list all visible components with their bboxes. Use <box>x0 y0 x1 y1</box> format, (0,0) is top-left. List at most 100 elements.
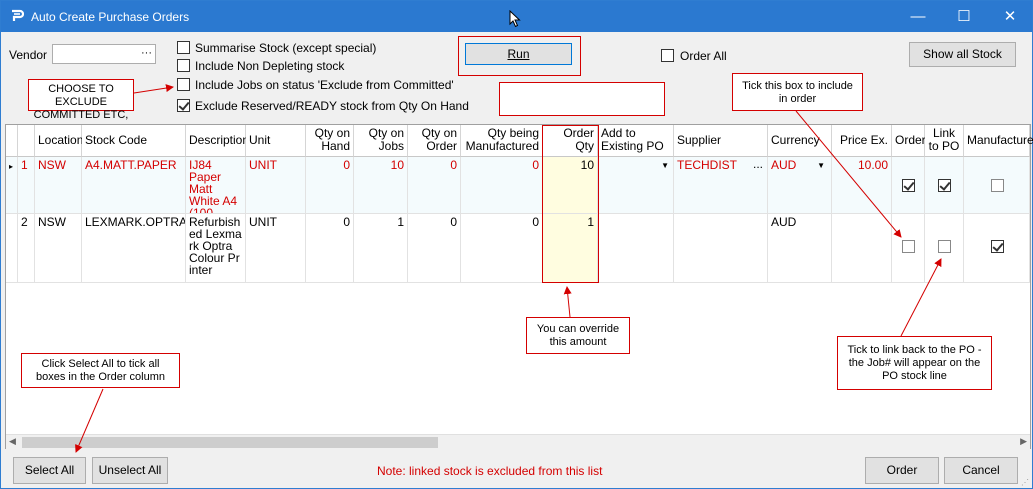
callout-link-po: Tick to link back to the PO - the Job# w… <box>837 336 992 390</box>
scrollbar-thumb[interactable] <box>22 437 438 448</box>
cell-supplier[interactable]: TECHDIST ... <box>674 157 768 214</box>
cell-price[interactable] <box>832 214 892 283</box>
include-jobs-excluded-checkbox[interactable] <box>177 78 190 91</box>
vendor-lookup-button[interactable]: ··· <box>141 47 152 59</box>
manufacture-checkbox[interactable] <box>991 240 1004 253</box>
row-indicator <box>6 214 18 283</box>
callout-select-all: Click Select All to tick all boxes in th… <box>21 353 180 388</box>
include-non-depleting-label: Include Non Depleting stock <box>195 59 345 73</box>
cell-qty-order[interactable]: 0 <box>408 157 461 214</box>
table-row[interactable]: 2 NSW LEXMARK.OPTRA.R Refurbished Lexmar… <box>6 214 1030 283</box>
cell-qty-jobs[interactable]: 1 <box>354 214 408 283</box>
summarise-stock-checkbox[interactable] <box>177 41 190 54</box>
currency-value: AUD <box>771 158 797 172</box>
grid-header-location[interactable]: Location <box>35 125 83 157</box>
window-title: Auto Create Purchase Orders <box>31 10 190 24</box>
select-all-button[interactable]: Select All <box>13 457 86 484</box>
cell-currency[interactable]: AUD ▼ <box>768 157 832 214</box>
grid-header-description[interactable]: Description <box>186 125 249 157</box>
cell-order <box>892 157 925 214</box>
scroll-left-icon[interactable]: ◀ <box>9 436 16 447</box>
cell-qty-hand[interactable]: 0 <box>306 214 354 283</box>
cell-description[interactable]: Refurbished Lexmark Optra Colour Printer <box>186 214 246 283</box>
annotation-empty-box <box>499 82 665 116</box>
cell-link-po <box>925 157 964 214</box>
run-button[interactable]: Run <box>465 43 572 65</box>
title-bar: Auto Create Purchase Orders — ☐ ✕ <box>1 1 1032 32</box>
horizontal-scrollbar[interactable]: ◀ ▶ <box>6 434 1030 449</box>
grid-header-link-po[interactable]: Link to PO <box>925 125 964 157</box>
cell-location[interactable]: NSW <box>35 157 82 214</box>
grid-header-indicator <box>6 125 18 157</box>
cell-qty-hand[interactable]: 0 <box>306 157 354 214</box>
supplier-lookup-button[interactable]: ... <box>753 158 763 170</box>
arrow-exclude <box>133 84 174 94</box>
cell-qty-order[interactable]: 0 <box>408 214 461 283</box>
link-po-checkbox[interactable] <box>938 240 951 253</box>
cell-link-po <box>925 214 964 283</box>
grid-header-price[interactable]: Price Ex. <box>832 125 892 157</box>
order-all-checkbox[interactable] <box>661 49 674 62</box>
cell-stock-code[interactable]: A4.MATT.PAPER <box>82 157 186 214</box>
grid-header-currency[interactable]: Currency <box>768 125 832 157</box>
dropdown-arrow-icon[interactable]: ▼ <box>817 160 825 172</box>
cell-manufacture <box>964 157 1030 214</box>
cell-order <box>892 214 925 283</box>
cell-unit[interactable]: UNIT <box>246 214 306 283</box>
mouse-cursor-icon <box>509 10 521 28</box>
cancel-button[interactable]: Cancel <box>944 457 1018 484</box>
order-button[interactable]: Order <box>865 457 939 484</box>
row-number: 2 <box>18 214 35 283</box>
row-pointer-icon: ▸ <box>6 157 18 214</box>
cell-qty-jobs[interactable]: 10 <box>354 157 408 214</box>
cell-manufacture <box>964 214 1030 283</box>
cell-qty-manufactured[interactable]: 0 <box>461 214 543 283</box>
grid-header-qty-manufactured[interactable]: Qty being Manufactured <box>461 125 543 157</box>
order-qty-highlight <box>542 125 599 283</box>
dropdown-arrow-icon[interactable]: ▼ <box>661 160 669 172</box>
supplier-value: TECHDIST <box>677 158 737 172</box>
cell-stock-code[interactable]: LEXMARK.OPTRA.R <box>82 214 186 283</box>
vendor-label: Vendor <box>9 48 48 62</box>
cell-price[interactable]: 10.00 <box>832 157 892 214</box>
include-non-depleting-checkbox[interactable] <box>177 59 190 72</box>
grid-header-num <box>18 125 35 157</box>
vendor-field[interactable]: ··· <box>52 44 156 64</box>
unselect-all-button[interactable]: Unselect All <box>92 457 168 484</box>
cell-add-existing-po[interactable] <box>598 214 674 283</box>
grid-header-qty-order[interactable]: Qty on Order <box>408 125 461 157</box>
scroll-right-icon[interactable]: ▶ <box>1020 436 1027 447</box>
grid-header-order[interactable]: Order <box>892 125 926 157</box>
auto-create-po-window: Auto Create Purchase Orders — ☐ ✕ Vendor… <box>0 0 1033 489</box>
exclude-reserved-checkbox[interactable] <box>177 99 190 112</box>
grid-header-add-existing-po[interactable]: Add to Existing PO <box>598 125 674 157</box>
grid-header-stock-code[interactable]: Stock Code <box>82 125 186 157</box>
manufacture-checkbox[interactable] <box>991 179 1004 192</box>
close-button[interactable]: ✕ <box>987 1 1033 32</box>
minimize-button[interactable]: — <box>895 1 941 32</box>
cell-unit[interactable]: UNIT <box>246 157 306 214</box>
app-icon <box>12 9 24 21</box>
callout-override-amount: You can override this amount <box>526 317 630 354</box>
cell-qty-manufactured[interactable]: 0 <box>461 157 543 214</box>
order-checkbox[interactable] <box>902 240 915 253</box>
include-jobs-excluded-label: Include Jobs on status 'Exclude from Com… <box>195 78 454 92</box>
cell-currency[interactable]: AUD <box>768 214 832 283</box>
order-checkbox[interactable] <box>902 179 915 192</box>
linked-stock-note: Note: linked stock is excluded from this… <box>377 464 603 478</box>
grid-header-supplier[interactable]: Supplier <box>674 125 768 157</box>
table-row[interactable]: ▸ 1 NSW A4.MATT.PAPER IJ84 Paper Matt Wh… <box>6 157 1030 214</box>
grid-header-qty-jobs[interactable]: Qty on Jobs <box>354 125 408 157</box>
maximize-button[interactable]: ☐ <box>941 1 987 32</box>
link-po-checkbox[interactable] <box>938 179 951 192</box>
show-all-stock-button[interactable]: Show all Stock <box>909 42 1016 67</box>
grid-header-qty-hand[interactable]: Qty on Hand <box>306 125 354 157</box>
grid-header-manufacture[interactable]: Manufacture <box>964 125 1033 157</box>
cell-location[interactable]: NSW <box>35 214 82 283</box>
cell-description[interactable]: IJ84 Paper Matt White A4 (100 sheets) <box>186 157 246 214</box>
resize-grip-icon[interactable]: ⋰ <box>1021 478 1029 487</box>
grid-header-unit[interactable]: Unit <box>246 125 306 157</box>
cell-supplier[interactable] <box>674 214 768 283</box>
cell-add-existing-po[interactable]: ▼ <box>598 157 674 214</box>
callout-tick-include: Tick this box to include in order <box>732 73 863 111</box>
